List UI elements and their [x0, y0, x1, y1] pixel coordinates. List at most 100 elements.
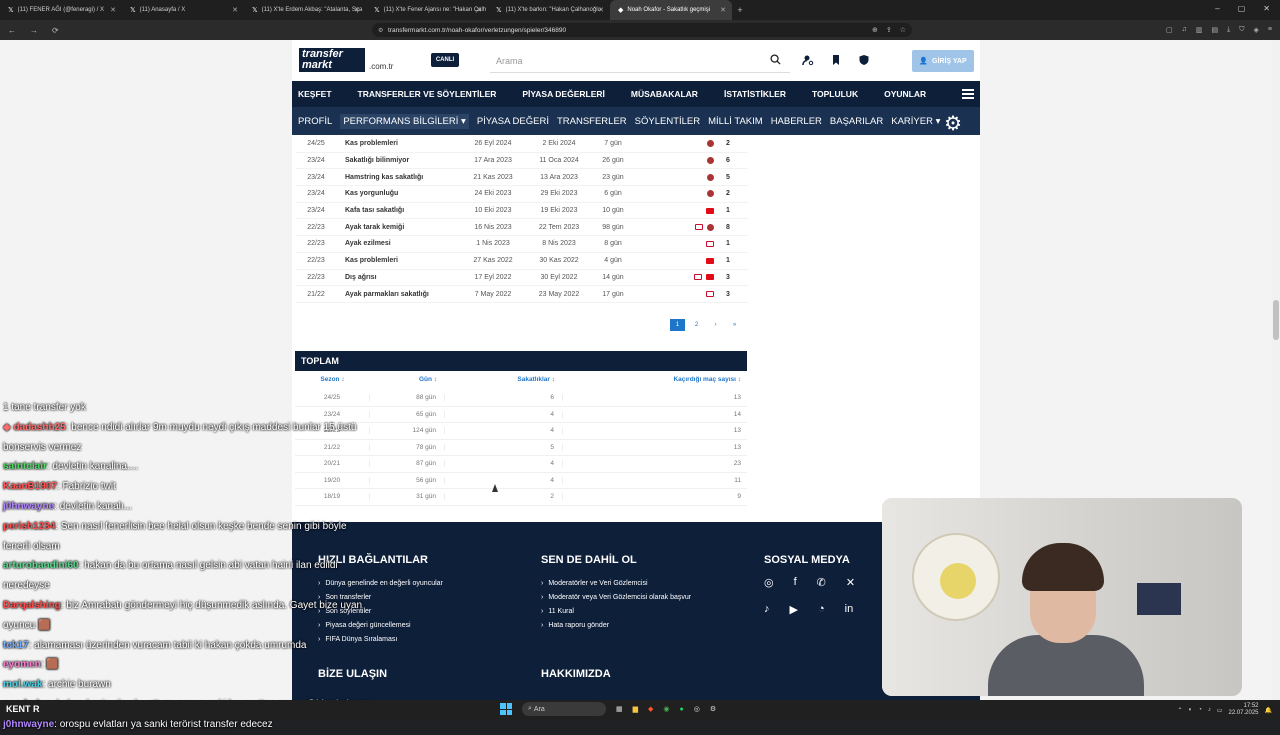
main-nav-item[interactable]: TOPLULUK: [812, 89, 858, 99]
sidebar-icon[interactable]: ▤: [1212, 26, 1219, 34]
main-nav-item[interactable]: İSTATİSTİKLER: [724, 89, 786, 99]
youtube-icon[interactable]: ▶: [790, 603, 798, 616]
sub-nav-item[interactable]: TRANSFERLER: [557, 116, 627, 127]
file-explorer-icon[interactable]: ▆: [633, 705, 638, 713]
windows-start-icon[interactable]: [500, 703, 512, 715]
footer-link[interactable]: Moderatör veya Veri Gözlemcisi olarak ba…: [541, 590, 691, 604]
page-link[interactable]: 2: [689, 319, 704, 331]
x-twitter-icon[interactable]: ✕: [846, 576, 855, 589]
maximize-icon[interactable]: ▢: [1238, 4, 1246, 13]
back-icon[interactable]: ←: [8, 26, 16, 35]
close-window-icon[interactable]: ✕: [1263, 4, 1270, 13]
page-link[interactable]: ›: [708, 319, 723, 331]
linkedin-icon[interactable]: in: [845, 603, 854, 616]
page-link[interactable]: 1: [670, 319, 685, 331]
address-bar[interactable]: ⚙ transfermarkt.com.tr/noah-okafor/verle…: [372, 23, 912, 37]
forward-icon[interactable]: →: [30, 26, 38, 35]
main-nav-item[interactable]: PİYASA DEĞERLERİ: [522, 89, 605, 99]
missed-games-clubs: [634, 257, 714, 264]
taskbar-search[interactable]: ⌕ Ara: [522, 702, 606, 716]
footer-link[interactable]: Hata raporu gönder: [541, 618, 691, 632]
sort-season-header[interactable]: Sezon ↕: [295, 376, 370, 383]
sort-injuries-header[interactable]: Sakatlıklar ↕: [445, 376, 563, 383]
notification-icon[interactable]: 🔔: [1265, 707, 1272, 714]
rss-icon[interactable]: ◔: [818, 603, 825, 616]
bookmark-icon[interactable]: [830, 54, 842, 66]
main-nav-item[interactable]: OYUNLAR: [884, 89, 926, 99]
sub-nav-item[interactable]: SÖYLENTİLER: [635, 116, 700, 127]
sort-days-header[interactable]: Gün ↕: [370, 376, 445, 383]
facebook-icon[interactable]: f: [794, 576, 797, 589]
user-search-icon[interactable]: [802, 54, 814, 66]
x-icon: 𝕏: [252, 7, 258, 14]
page-link[interactable]: »: [727, 319, 742, 331]
close-tab-icon[interactable]: ✕: [354, 6, 360, 14]
sort-missed-header[interactable]: Kaçırdığı maç sayısı ↕: [563, 376, 747, 383]
share-icon[interactable]: ⇪: [886, 26, 892, 34]
settings-app-icon[interactable]: ⚙: [710, 705, 716, 713]
weather-widget[interactable]: KENT R: [6, 704, 40, 714]
whatsapp-icon[interactable]: ✆: [817, 576, 826, 589]
sub-nav-item[interactable]: BAŞARILAR: [830, 116, 883, 127]
bookmark-star-icon[interactable]: ☆: [900, 26, 906, 34]
minimize-icon[interactable]: –: [1215, 4, 1219, 13]
chrome-icon[interactable]: ◉: [663, 705, 669, 713]
hamburger-menu-icon[interactable]: [962, 89, 974, 99]
menu-icon[interactable]: ≡: [1268, 26, 1272, 34]
wallet-icon[interactable]: ◈: [1254, 26, 1259, 34]
live-button[interactable]: CANLI: [431, 53, 459, 67]
reload-icon[interactable]: ⟳: [52, 26, 59, 35]
close-tab-icon[interactable]: ✕: [720, 6, 726, 14]
download-icon[interactable]: ⤓: [1227, 26, 1230, 34]
sub-nav-item[interactable]: KARİYER ▾: [891, 116, 940, 127]
club-badge-icon: [707, 157, 714, 165]
main-nav-item[interactable]: TRANSFERLER VE SÖYLENTİLER: [358, 89, 497, 99]
search-input[interactable]: Arama: [490, 49, 790, 73]
sub-nav-item[interactable]: HABERLER: [771, 116, 822, 127]
main-nav-item[interactable]: MÜSABAKALAR: [631, 89, 698, 99]
scrollbar-thumb[interactable]: [1273, 300, 1279, 340]
login-button[interactable]: 👤 GİRİŞ YAP: [912, 50, 974, 72]
footer-link[interactable]: 11 Kural: [541, 604, 691, 618]
network-icon[interactable]: ◔: [1198, 707, 1202, 713]
sub-nav-item[interactable]: MİLLİ TAKIM: [708, 116, 763, 127]
music-icon[interactable]: ♫: [1182, 26, 1187, 34]
volume-icon[interactable]: ♪: [1208, 707, 1211, 713]
whatsapp-app-icon[interactable]: ●: [680, 706, 684, 713]
split-view-icon[interactable]: ▥: [1196, 26, 1203, 34]
browser-tab[interactable]: 𝕏 (11) X'te barkın: "Hakan Çalhanoğlu ✕: [488, 0, 610, 20]
close-tab-icon[interactable]: ✕: [110, 6, 116, 14]
site-info-icon[interactable]: ⚙: [378, 27, 383, 34]
footer-link[interactable]: Moderatörler ve Veri Gözlemcisi: [541, 576, 691, 590]
sub-nav-item[interactable]: PERFORMANS BİLGİLERİ ▾: [340, 113, 469, 129]
shield-badge-icon[interactable]: [858, 54, 870, 66]
search-icon[interactable]: [770, 54, 781, 65]
zoom-icon[interactable]: ⊕: [872, 26, 878, 34]
sub-nav-item[interactable]: PİYASA DEĞERİ: [477, 116, 549, 127]
browser-tab[interactable]: 𝕏 (11) X'te Fener Ajansı ne: "Hakan Çalh ✕: [366, 0, 488, 20]
page-scrollbar[interactable]: [1272, 40, 1280, 700]
close-tab-icon[interactable]: ✕: [232, 6, 238, 14]
instagram-icon[interactable]: ◎: [764, 576, 774, 589]
tray-chevron-icon[interactable]: ⌃: [1178, 707, 1183, 714]
transfermarkt-logo[interactable]: transfer markt: [299, 48, 365, 72]
browser-tab[interactable]: 𝕏 (11) FENER AĞI (@feneragi) / X ✕: [0, 0, 122, 20]
settings-gear-icon[interactable]: ⚙: [944, 111, 962, 136]
sub-nav-item[interactable]: PROFİL: [298, 116, 332, 127]
browser-tab[interactable]: 𝕏 (11) Anasayfa / X ✕: [122, 0, 244, 20]
browser-tab[interactable]: ◆ Noah Okafor - Sakatlık geçmişi ✕: [610, 0, 732, 20]
system-clock[interactable]: 17:52 22.07.2025: [1228, 703, 1258, 717]
tiktok-icon[interactable]: ♪: [764, 603, 770, 616]
brave-browser-icon[interactable]: ◆: [648, 705, 653, 713]
close-tab-icon[interactable]: ✕: [598, 6, 604, 14]
task-view-icon[interactable]: ▦: [616, 705, 623, 713]
browser-tab[interactable]: 𝕏 (11) X'te Erdem Akbaş: "Atalanta, Sça ✕: [244, 0, 366, 20]
shield-icon[interactable]: ⛉: [1239, 26, 1244, 34]
obs-icon[interactable]: ◎: [694, 705, 700, 713]
battery-icon[interactable]: ▭: [1217, 707, 1223, 714]
main-nav-item[interactable]: KEŞFET: [298, 89, 332, 99]
close-tab-icon[interactable]: ✕: [476, 6, 482, 14]
extension-icon[interactable]: ▢: [1166, 26, 1173, 34]
new-tab-icon[interactable]: +: [732, 5, 748, 15]
tray-app-icon[interactable]: ◐: [1189, 707, 1193, 713]
